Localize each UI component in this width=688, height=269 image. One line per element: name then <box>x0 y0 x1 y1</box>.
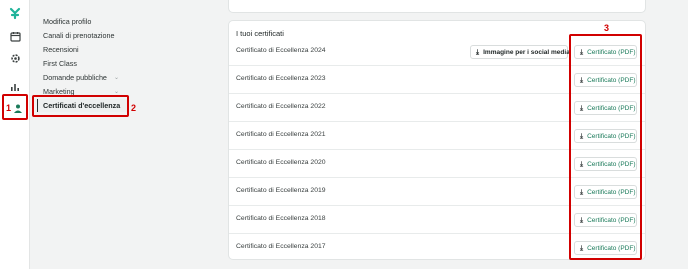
social-media-image-button[interactable]: ⤓ Immagine per i social media <box>470 45 570 59</box>
sidebar-item-label: Canali di prenotazione <box>43 31 115 40</box>
card-title: I tuoi certificati <box>236 29 284 38</box>
certificate-label: Certificato di Eccellenza 2024 <box>236 47 326 54</box>
certificate-label: Certificato di Eccellenza 2022 <box>236 103 326 110</box>
sidebar-item-first-class[interactable]: First Class <box>43 59 131 69</box>
annotation-number-2: 2 <box>131 103 137 113</box>
gear-icon[interactable] <box>8 51 22 65</box>
button-label: Immagine per i social media <box>483 48 570 56</box>
chart-icon[interactable] <box>8 80 22 94</box>
certificate-label: Certificato di Eccellenza 2019 <box>236 187 326 194</box>
sidebar-item-label: First Class <box>43 59 77 68</box>
certificate-label: Certificato di Eccellenza 2020 <box>236 159 326 166</box>
annotation-number-3: 3 <box>604 23 610 33</box>
top-card <box>228 0 646 13</box>
sidebar-item-label: Recensioni <box>43 45 79 54</box>
sidebar-item-modifica-profilo[interactable]: Modifica profilo <box>43 17 131 27</box>
logo-icon[interactable] <box>8 6 22 20</box>
certificate-label: Certificato di Eccellenza 2018 <box>236 215 326 222</box>
sidebar-item-recensioni[interactable]: Recensioni <box>43 45 131 55</box>
icon-rail <box>0 0 30 269</box>
download-icon: ⤓ <box>476 48 480 56</box>
sidebar-item-label: Modifica profilo <box>43 17 92 26</box>
annotation-box-2 <box>32 95 129 117</box>
settings-sidebar: Modifica profilo Canali di prenotazione … <box>31 0 136 269</box>
certificate-label: Certificato di Eccellenza 2021 <box>236 131 326 138</box>
sidebar-item-label: Domande pubbliche <box>43 73 107 82</box>
sidebar-item-domande-pubbliche[interactable]: Domande pubbliche ⌄ <box>43 73 131 83</box>
certificate-label: Certificato di Eccellenza 2017 <box>236 243 326 250</box>
sidebar-item-canali-di-prenotazione[interactable]: Canali di prenotazione <box>43 31 131 41</box>
annotation-box-3 <box>569 34 642 260</box>
chevron-down-icon: ⌄ <box>113 75 119 81</box>
certificate-label: Certificato di Eccellenza 2023 <box>236 75 326 82</box>
calendar-icon[interactable] <box>8 29 22 43</box>
annotation-box-1 <box>2 94 28 120</box>
